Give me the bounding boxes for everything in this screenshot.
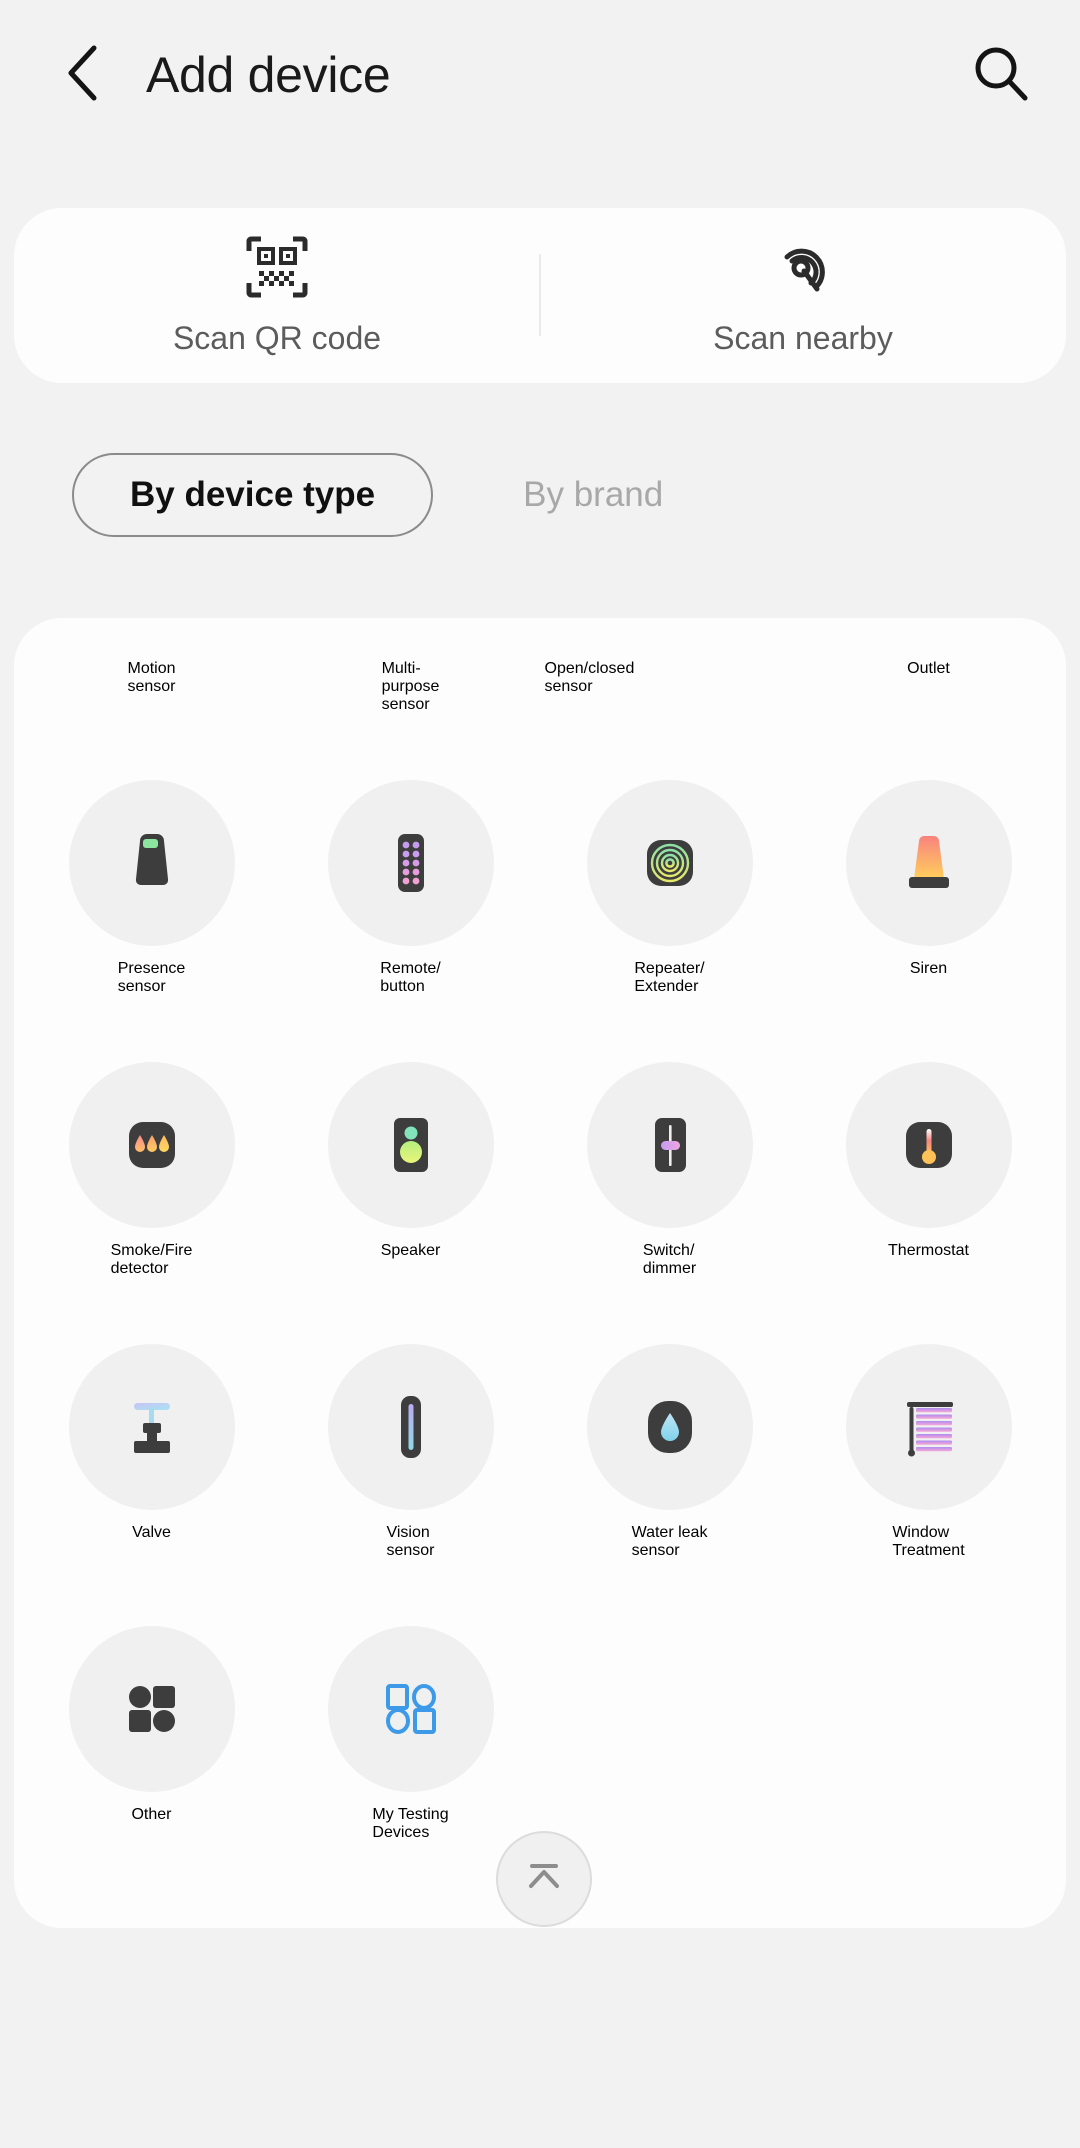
device-item-repeater-extender[interactable]: Repeater/ Extender	[540, 714, 799, 996]
search-icon	[970, 42, 1032, 109]
device-label: Motion sensor	[127, 618, 175, 696]
tab-by-device-type[interactable]: By device type	[72, 453, 434, 537]
device-item-speaker[interactable]: Speaker	[281, 996, 540, 1278]
device-item-multipurpose-sensor[interactable]: Multi- purpose sensor	[281, 618, 540, 714]
device-label: Smoke/Fire detector	[111, 1242, 193, 1278]
water-leak-sensor-icon	[586, 1344, 753, 1510]
scan-nearby-icon	[771, 235, 835, 304]
device-label-line1: Repeater/	[634, 960, 705, 977]
device-label-line1: Presence	[117, 960, 186, 977]
thermostat-icon	[845, 1062, 1012, 1228]
device-item-my-testing-devices[interactable]: My Testing Devices	[281, 1560, 540, 1842]
device-type-grid-panel: Motion sensor Multi- purpose sensor Open…	[14, 618, 1066, 1928]
device-label: Outlet	[907, 660, 950, 677]
device-item-outlet[interactable]: Outlet	[799, 618, 1058, 714]
chevron-left-icon	[61, 43, 107, 108]
device-label-line1: Smoke/Fire	[110, 1242, 193, 1259]
device-label-line2: sensor	[117, 978, 166, 995]
my-testing-devices-icon	[327, 1626, 494, 1792]
device-item-motion-sensor[interactable]: Motion sensor	[22, 618, 281, 714]
switch-dimmer-icon	[586, 1062, 753, 1228]
device-label-line2: sensor	[386, 1542, 435, 1559]
scan-card-divider	[539, 254, 541, 336]
device-item-window-treatment[interactable]: Window Treatment	[799, 1278, 1058, 1560]
device-item-smoke-fire-detector[interactable]: Smoke/Fire detector	[22, 996, 281, 1278]
add-device-screen: Add device Scan QR code Scan nearby By d…	[0, 0, 1080, 2148]
repeater-extender-icon	[586, 780, 753, 946]
device-item-switch-dimmer[interactable]: Switch/ dimmer	[540, 996, 799, 1278]
scan-card: Scan QR code Scan nearby	[14, 208, 1066, 383]
device-item-valve[interactable]: Valve	[22, 1278, 281, 1560]
device-label: Vision sensor	[386, 1524, 434, 1560]
scroll-to-top-icon	[519, 1852, 569, 1907]
page-title: Add device	[146, 47, 391, 103]
device-label-line1: Open/closed	[544, 660, 635, 677]
remote-button-icon	[327, 780, 494, 946]
device-label: Valve	[132, 1524, 171, 1541]
speaker-icon	[327, 1062, 494, 1228]
scan-qr-code-button[interactable]: Scan QR code	[14, 208, 540, 383]
window-treatment-icon	[845, 1344, 1012, 1510]
device-label-line1: Motion	[127, 660, 176, 677]
device-label-line2: sensor	[544, 678, 593, 695]
device-label-line1: Window	[892, 1524, 950, 1541]
device-label: My Testing Devices	[372, 1806, 448, 1842]
scroll-to-top-button[interactable]	[496, 1831, 592, 1927]
other-icon	[68, 1626, 235, 1792]
tab-by-brand[interactable]: By brand	[467, 455, 719, 535]
device-label-line2: purpose	[381, 678, 440, 695]
device-label-line3: sensor	[381, 696, 430, 713]
presence-sensor-icon	[68, 780, 235, 946]
device-label-line2: detector	[110, 1260, 169, 1277]
scan-nearby-label: Scan nearby	[713, 319, 893, 356]
device-label-line1: Multi-	[381, 660, 421, 677]
device-item-siren[interactable]: Siren	[799, 714, 1058, 996]
app-bar: Add device	[0, 0, 1080, 150]
device-label-line2: Devices	[372, 1824, 430, 1841]
device-label-line2: Extender	[634, 978, 699, 995]
device-label-line1: My Testing	[372, 1806, 449, 1823]
device-item-presence-sensor[interactable]: Presence sensor	[22, 714, 281, 996]
scan-nearby-button[interactable]: Scan nearby	[540, 208, 1066, 383]
grid-filler	[540, 1560, 799, 1842]
device-label: Siren	[909, 960, 948, 977]
device-label-line1: Water leak	[631, 1524, 708, 1541]
device-label-line1: Switch/	[642, 1242, 695, 1259]
device-type-grid: Motion sensor Multi- purpose sensor Open…	[14, 618, 1066, 1842]
device-item-water-leak-sensor[interactable]: Water leak sensor	[540, 1278, 799, 1560]
device-label: Open/closed sensor	[545, 618, 795, 696]
device-label: Thermostat	[888, 1242, 969, 1259]
smoke-fire-detector-icon	[68, 1062, 235, 1228]
device-label: Presence sensor	[118, 960, 186, 996]
back-button[interactable]	[52, 43, 116, 107]
device-label: Switch/ dimmer	[643, 1242, 696, 1278]
device-label: Other	[131, 1806, 172, 1823]
device-label-line2: button	[380, 978, 425, 995]
device-label-line2: sensor	[127, 678, 176, 695]
scan-qr-code-label: Scan QR code	[172, 319, 382, 356]
valve-icon	[68, 1344, 235, 1510]
device-label: Remote/ button	[380, 960, 440, 996]
device-label-line1: Vision	[386, 1524, 430, 1541]
device-label: Water leak sensor	[632, 1524, 708, 1560]
vision-sensor-icon	[327, 1344, 494, 1510]
device-label-line2: Treatment	[892, 1542, 965, 1559]
grid-filler	[799, 1560, 1058, 1842]
device-label: Repeater/ Extender	[634, 960, 704, 996]
filter-tabs: By device type By brand	[0, 383, 1080, 537]
qr-code-icon	[245, 235, 309, 304]
device-label-line1: Remote/	[380, 960, 441, 977]
search-button[interactable]	[966, 40, 1036, 110]
device-item-thermostat[interactable]: Thermostat	[799, 996, 1058, 1278]
device-label-line2: sensor	[631, 1542, 680, 1559]
device-item-vision-sensor[interactable]: Vision sensor	[281, 1278, 540, 1560]
device-label: Speaker	[380, 1242, 441, 1259]
device-label-line2: dimmer	[642, 1260, 697, 1277]
device-label: Window Treatment	[892, 1524, 964, 1560]
device-item-open-closed-sensor[interactable]: Open/closed sensor	[540, 618, 799, 714]
device-item-remote-button[interactable]: Remote/ button	[281, 714, 540, 996]
device-label: Multi- purpose sensor	[382, 618, 440, 714]
device-item-other[interactable]: Other	[22, 1560, 281, 1842]
siren-icon	[845, 780, 1012, 946]
